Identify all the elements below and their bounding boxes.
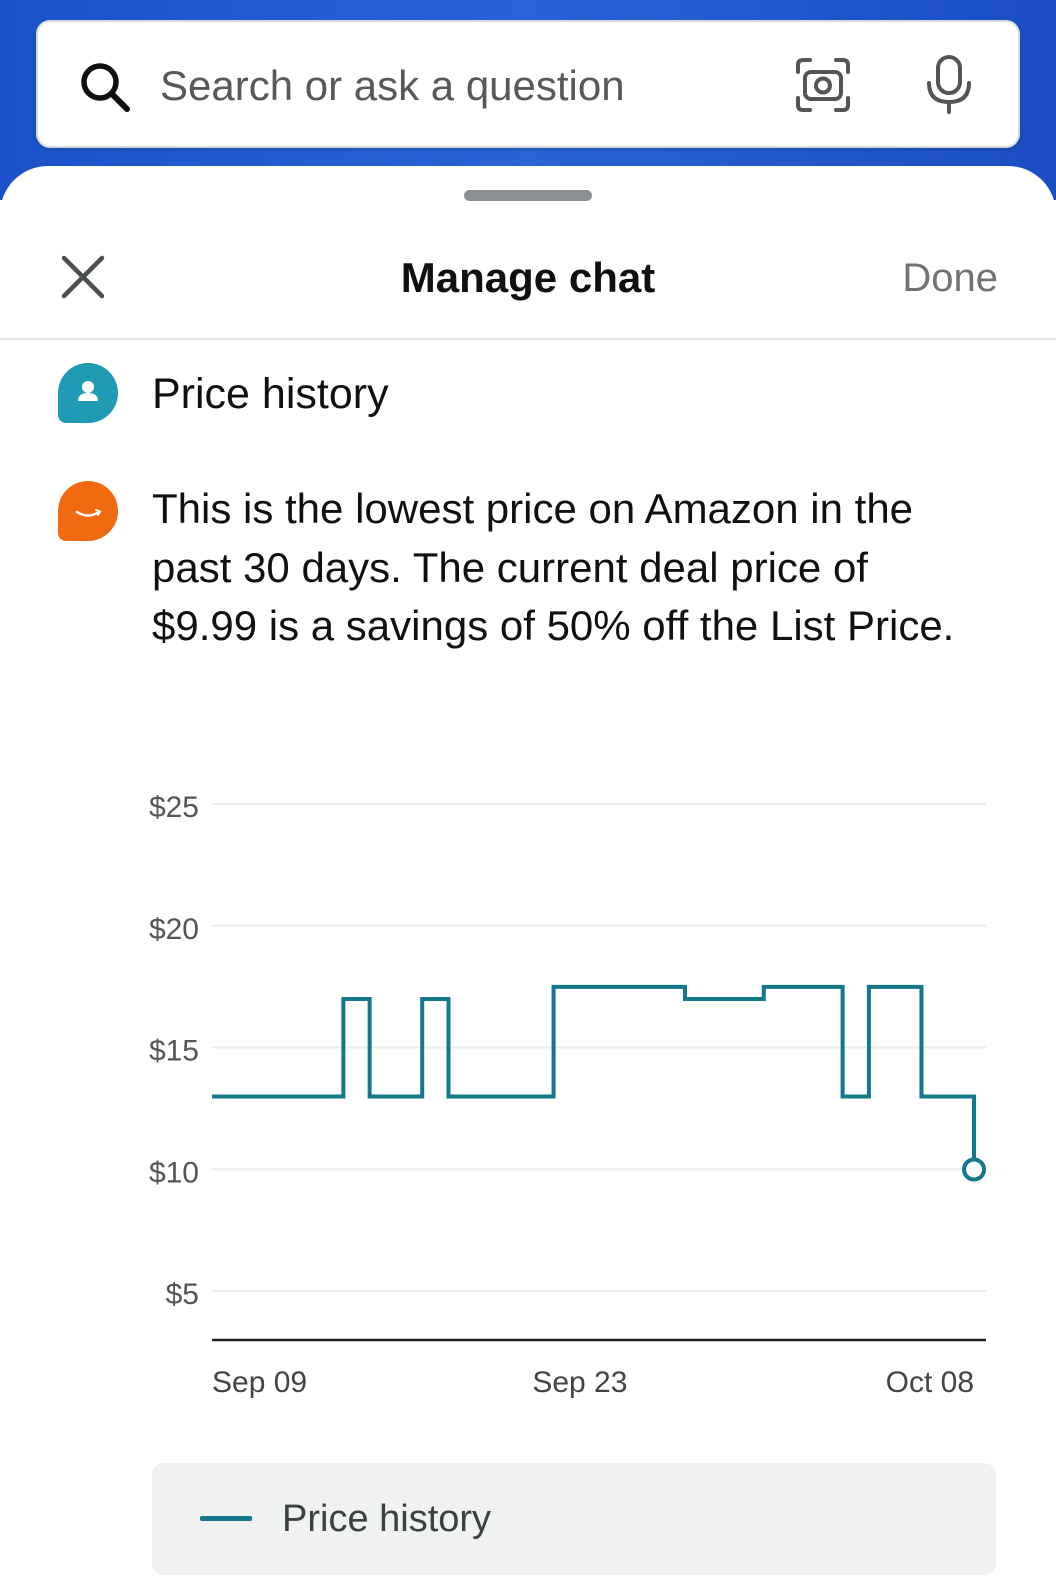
chart-legend[interactable]: Price history (152, 1463, 996, 1575)
assistant-message: This is the lowest price on Amazon in th… (152, 485, 955, 649)
amazon-smile-icon (75, 509, 102, 517)
header-divider (0, 338, 1056, 340)
microphone-icon[interactable] (920, 54, 978, 116)
y-tick-label: $15 (149, 1035, 199, 1068)
user-message: Price history (152, 370, 389, 418)
current-price-marker (962, 1157, 986, 1182)
camera-scan-icon[interactable] (794, 56, 852, 114)
user-icon (78, 381, 98, 401)
drag-handle[interactable] (464, 190, 592, 201)
page-title: Manage chat (400, 254, 656, 301)
search-bar[interactable]: Search or ask a question (36, 20, 1020, 148)
y-tick-label: $25 (149, 791, 199, 824)
x-tick-label: Oct 08 (886, 1366, 974, 1399)
x-tick-label: Sep 23 (532, 1366, 627, 1399)
y-tick-label: $20 (149, 913, 199, 946)
assistant-avatar (58, 481, 118, 541)
y-tick-label: $10 (149, 1156, 199, 1189)
x-tick-label: Sep 09 (212, 1366, 307, 1399)
legend-label: Price history (282, 1498, 492, 1540)
y-tick-label: $5 (166, 1278, 199, 1311)
series-line (212, 984, 976, 1170)
search-icon[interactable] (76, 58, 134, 116)
user-avatar (58, 363, 118, 423)
search-input[interactable]: Search or ask a question (160, 58, 625, 114)
done-button[interactable]: Done (902, 248, 998, 308)
price-history-chart: $25 $20 $15 $10 $5 Sep 09 Sep 23 Oct 08 (149, 791, 986, 1399)
legend-swatch (200, 1516, 252, 1521)
